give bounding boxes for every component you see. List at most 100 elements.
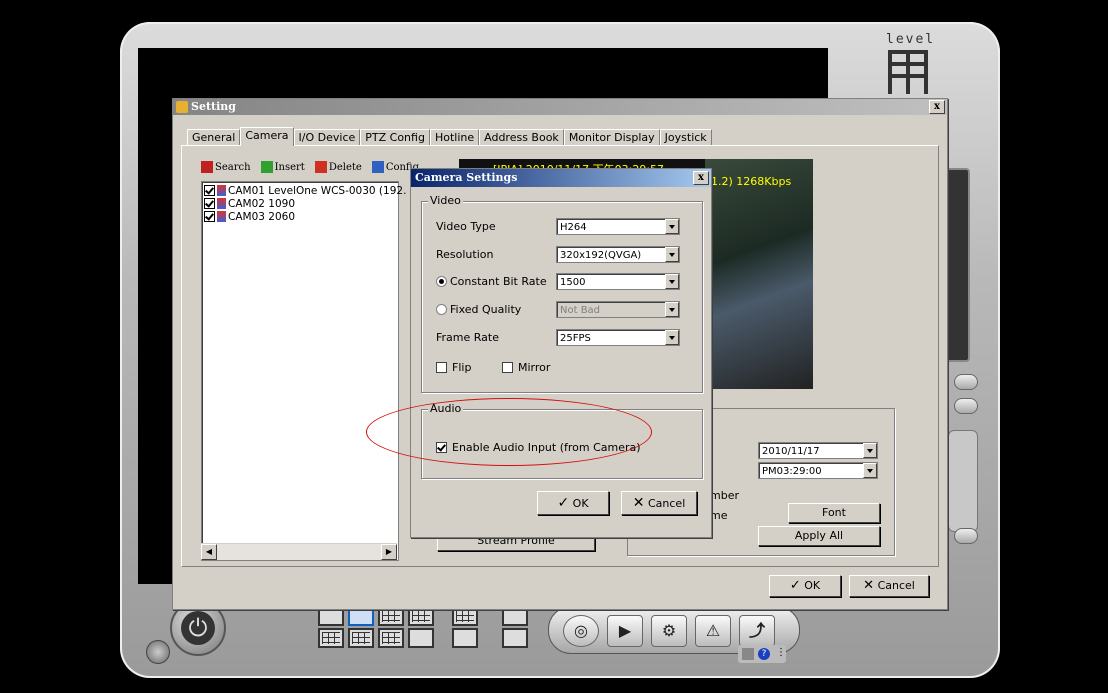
- lock-icon[interactable]: [742, 648, 754, 660]
- grid-icon: [456, 610, 474, 622]
- time-value: PM03:29:00: [762, 466, 822, 477]
- camera-checkbox[interactable]: [204, 185, 215, 196]
- side-oval-button-3[interactable]: [954, 528, 978, 544]
- camera-label: CAM01 LevelOne WCS-0030 (192.: [228, 184, 407, 197]
- ok-button[interactable]: ✓ OK: [769, 575, 841, 597]
- fixed-quality-radio[interactable]: [436, 304, 447, 315]
- resolution-select[interactable]: 320x192(QVGA): [556, 246, 680, 263]
- video-type-select[interactable]: H264: [556, 218, 680, 235]
- camera-settings-title: Camera Settings: [415, 171, 518, 184]
- preview-bitrate: 1.2) 1268Kbps: [711, 175, 792, 188]
- setting-close-button[interactable]: x: [929, 100, 945, 114]
- minimize-round-button[interactable]: [146, 640, 170, 664]
- camera-label: CAM02 1090: [228, 197, 295, 210]
- layout-3x3-button[interactable]: [348, 628, 374, 648]
- chevron-down-icon[interactable]: [665, 219, 679, 234]
- date-select[interactable]: 2010/11/17: [758, 442, 878, 459]
- dialog-ok-button[interactable]: ✓ OK: [537, 491, 609, 515]
- mini-tools: ? ⋮: [738, 645, 786, 663]
- cbr-label: Constant Bit Rate: [450, 275, 547, 288]
- cbr-select[interactable]: 1500: [556, 273, 680, 290]
- frame-rate-select[interactable]: 25FPS: [556, 329, 680, 346]
- check-icon: ✓: [789, 578, 801, 593]
- layout-2x2-button[interactable]: [318, 628, 344, 648]
- search-button[interactable]: Search: [201, 159, 251, 175]
- chevron-down-icon[interactable]: [665, 302, 679, 317]
- date-value: 2010/11/17: [762, 446, 820, 457]
- list-item[interactable]: CAM03 2060: [204, 210, 295, 223]
- font-button[interactable]: Font: [788, 503, 880, 523]
- apply-all-button[interactable]: Apply All: [758, 526, 880, 546]
- delete-button[interactable]: Delete: [314, 159, 362, 175]
- chevron-down-icon[interactable]: [863, 463, 877, 478]
- ok-label: OK: [804, 579, 821, 592]
- camera-settings-titlebar[interactable]: Camera Settings x: [411, 169, 711, 187]
- camera-checkbox[interactable]: [204, 211, 215, 222]
- more-icon[interactable]: ⋮: [776, 647, 786, 658]
- layout-single-button[interactable]: [452, 628, 478, 648]
- flip-checkbox[interactable]: [436, 362, 447, 373]
- tab-ptz-config[interactable]: PTZ Config: [360, 129, 430, 146]
- chevron-down-icon[interactable]: [665, 247, 679, 262]
- close-icon: ✕: [632, 495, 645, 511]
- alert-icon[interactable]: ⚠: [695, 615, 731, 647]
- tools-icon[interactable]: ⤴: [739, 615, 775, 647]
- layout-n-button[interactable]: [408, 628, 434, 648]
- chevron-down-icon[interactable]: [665, 330, 679, 345]
- video-type-label: Video Type: [436, 220, 496, 233]
- camera-settings-close-button[interactable]: x: [693, 171, 709, 185]
- grid-icon: [382, 610, 400, 622]
- chevron-down-icon[interactable]: [665, 274, 679, 289]
- tab-address-book[interactable]: Address Book: [479, 129, 564, 146]
- chevron-down-icon[interactable]: [863, 443, 877, 458]
- partial-label-name: me: [710, 509, 728, 522]
- tab-general[interactable]: General: [187, 129, 241, 146]
- insert-button[interactable]: Insert: [260, 159, 305, 175]
- tab-io-device[interactable]: I/O Device: [293, 129, 361, 146]
- horizontal-scrollbar[interactable]: ◀ ▶: [201, 543, 397, 560]
- list-item[interactable]: CAM01 LevelOne WCS-0030 (192.: [204, 184, 406, 197]
- tab-joystick[interactable]: Joystick: [659, 129, 712, 146]
- cbr-value: 1500: [560, 277, 586, 288]
- tab-hotline[interactable]: Hotline: [429, 129, 480, 146]
- resolution-value: 320x192(QVGA): [560, 250, 642, 261]
- settings-person-icon[interactable]: ⚙: [651, 615, 687, 647]
- layout-4x4-button[interactable]: [378, 628, 404, 648]
- annotation-ellipse: [366, 398, 652, 466]
- config-icon: [371, 161, 384, 173]
- mirror-checkbox[interactable]: [502, 362, 513, 373]
- side-oval-button-1[interactable]: [954, 374, 978, 390]
- partial-label-number: mber: [710, 489, 739, 502]
- fullscreen-button[interactable]: [502, 628, 528, 648]
- camera-toolbar: Search Insert Delete Config: [201, 159, 419, 175]
- record-button[interactable]: ◎: [563, 615, 599, 647]
- grid-icon: [352, 632, 370, 644]
- camera-icon: [217, 211, 226, 222]
- camera-icon: [217, 185, 226, 196]
- camera-icon: [217, 198, 226, 209]
- camera-settings-dialog: Camera Settings x Video Video Type H264 …: [410, 168, 712, 538]
- fixed-quality-select[interactable]: Not Bad: [556, 301, 680, 318]
- tab-monitor-display[interactable]: Monitor Display: [563, 129, 660, 146]
- list-item[interactable]: CAM02 1090: [204, 197, 295, 210]
- camera-list: CAM01 LevelOne WCS-0030 (192. CAM02 1090…: [201, 181, 406, 561]
- setting-titlebar[interactable]: Setting x: [173, 99, 947, 115]
- dialog-cancel-label: Cancel: [647, 497, 686, 510]
- camera-checkbox[interactable]: [204, 198, 215, 209]
- side-oval-button-2[interactable]: [954, 398, 978, 414]
- grid-icon: [322, 632, 340, 644]
- video-type-value: H264: [560, 222, 587, 233]
- grid-icon: [382, 632, 400, 644]
- time-select[interactable]: PM03:29:00: [758, 462, 878, 479]
- video-group-label: Video: [428, 194, 463, 207]
- scroll-left-icon[interactable]: ◀: [201, 544, 217, 560]
- frame-rate-label: Frame Rate: [436, 331, 499, 344]
- cbr-radio[interactable]: [436, 276, 447, 287]
- dialog-cancel-button[interactable]: ✕ Cancel: [621, 491, 697, 515]
- cancel-button[interactable]: ✕ Cancel: [849, 575, 929, 597]
- help-icon[interactable]: ?: [758, 648, 770, 660]
- playback-button[interactable]: ▶: [607, 615, 643, 647]
- cancel-label: Cancel: [877, 579, 915, 592]
- scroll-right-icon[interactable]: ▶: [381, 544, 397, 560]
- tab-camera[interactable]: Camera: [240, 127, 294, 146]
